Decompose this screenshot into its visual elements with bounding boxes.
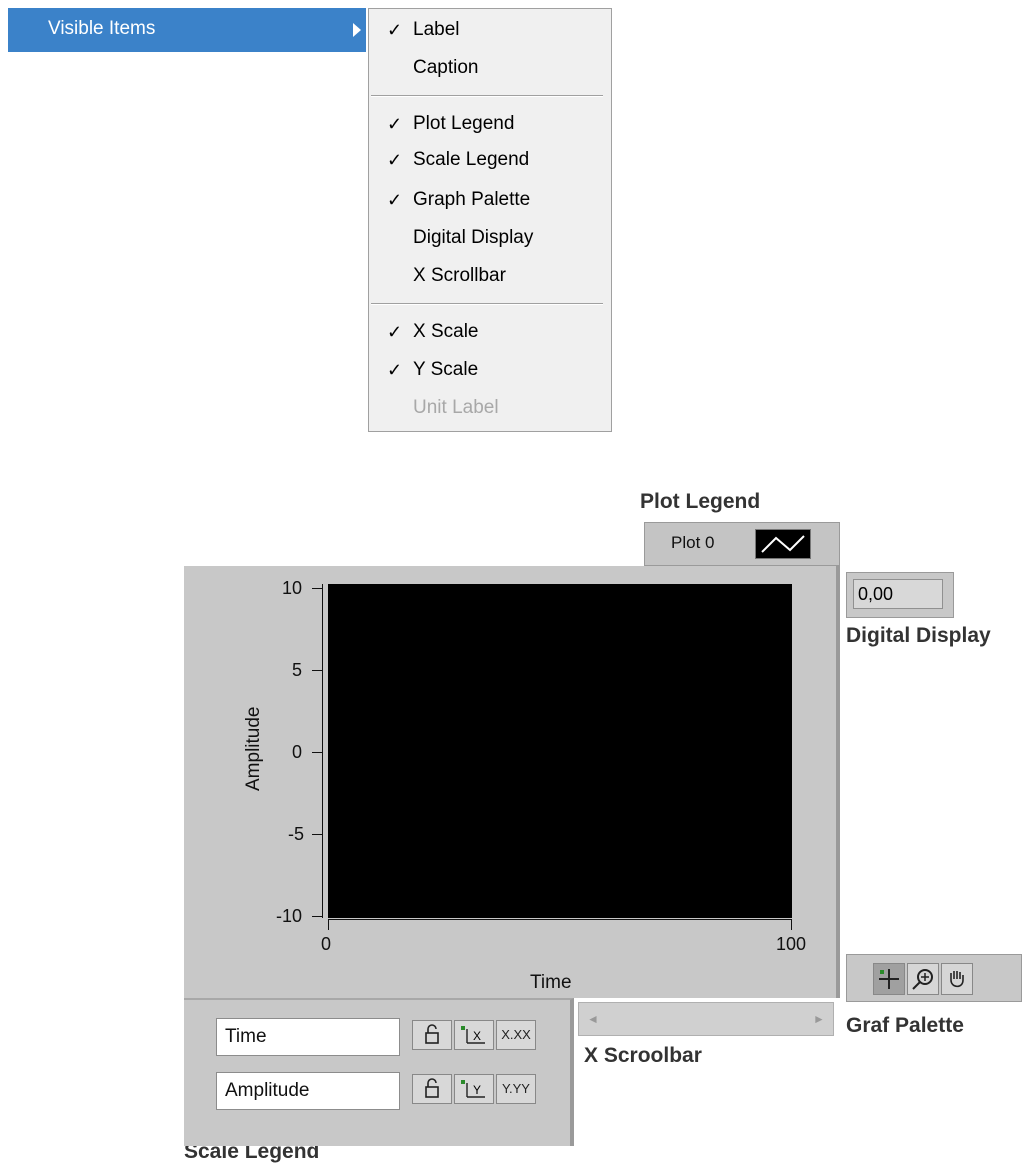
y-axis xyxy=(322,584,323,918)
x-tick xyxy=(791,920,792,930)
check-icon: ✓ xyxy=(387,114,403,134)
y-tick-label: 0 xyxy=(292,742,303,762)
y-tick xyxy=(312,588,322,589)
menu-separator xyxy=(371,303,603,305)
menu-item-digital-display[interactable]: Digital Display xyxy=(413,223,533,253)
hand-icon[interactable] xyxy=(941,963,973,995)
check-icon: ✓ xyxy=(387,322,403,342)
svg-text:Y: Y xyxy=(473,1083,481,1097)
submenu-arrow-icon xyxy=(353,23,361,37)
x-axis xyxy=(328,919,792,920)
x-scrollbar[interactable]: ◄ ► xyxy=(578,1002,834,1036)
y-tick xyxy=(312,834,322,835)
check-icon: ✓ xyxy=(387,360,403,380)
menu-item-unit-label: Unit Label xyxy=(413,397,499,418)
y-tick-label: -5 xyxy=(288,824,305,844)
x-scrollbar-caption: X Scroolbar xyxy=(584,1044,702,1067)
svg-text:X: X xyxy=(473,1029,481,1043)
plot-area[interactable] xyxy=(328,584,792,918)
plot-line-icon[interactable] xyxy=(755,529,811,559)
menu-item-visible-items-label: Visible Items xyxy=(48,18,156,39)
x-lock-icon[interactable] xyxy=(412,1020,452,1050)
x-axis-label[interactable]: Time xyxy=(530,972,572,994)
menu-item-plot-legend[interactable]: Plot Legend xyxy=(413,109,514,139)
y-tick-label: 5 xyxy=(292,660,303,680)
menu-item-label[interactable]: Label xyxy=(413,15,460,45)
graf-palette-caption: Graf Palette xyxy=(846,1014,964,1037)
menu-item-x-scale[interactable]: X Scale xyxy=(413,317,478,347)
digital-display-value[interactable]: 0,00 xyxy=(853,579,943,609)
visible-items-submenu: ✓ Label Caption ✓ Plot Legend ✓ Scale Le… xyxy=(368,8,612,432)
x-autoscale-icon[interactable]: X xyxy=(454,1020,494,1050)
x-tick-label: 0 xyxy=(321,934,332,954)
x-scale-name-field[interactable]: Time xyxy=(216,1018,400,1056)
y-tick-label: 10 xyxy=(282,578,303,598)
check-icon: ✓ xyxy=(387,150,403,170)
y-axis-label[interactable]: Amplitude xyxy=(243,707,265,792)
graph-palette xyxy=(846,954,1022,1002)
scroll-right-icon[interactable]: ► xyxy=(807,1005,831,1033)
y-autoscale-icon[interactable]: Y xyxy=(454,1074,494,1104)
plot-legend-caption: Plot Legend xyxy=(640,490,761,513)
y-tick-label: -10 xyxy=(276,906,303,926)
menu-item-y-scale[interactable]: Y Scale xyxy=(413,355,478,385)
menu-item-visible-items[interactable]: Visible Items xyxy=(8,8,366,52)
y-scale-name-field[interactable]: Amplitude xyxy=(216,1072,400,1110)
x-tick-label: 100 xyxy=(776,934,807,954)
menu-item-caption[interactable]: Caption xyxy=(413,53,479,83)
y-tick xyxy=(312,752,322,753)
scale-legend: Time Amplitude X X.XX Y Y.YY xyxy=(184,998,574,1146)
crosshair-icon[interactable] xyxy=(873,963,905,995)
plot-legend[interactable]: Plot 0 xyxy=(644,522,840,566)
y-tick xyxy=(312,916,322,917)
check-icon: ✓ xyxy=(387,190,403,210)
digital-display: 0,00 xyxy=(846,572,954,618)
x-tick xyxy=(328,920,329,930)
digital-display-caption: Digital Display xyxy=(846,624,991,647)
menu-separator xyxy=(371,95,603,97)
menu-item-x-scrollbar[interactable]: X Scrollbar xyxy=(413,261,506,291)
menu-item-graph-palette[interactable]: Graph Palette xyxy=(413,185,530,215)
plot-name: Plot 0 xyxy=(671,533,715,552)
x-format-button[interactable]: X.XX xyxy=(496,1020,536,1050)
y-tick xyxy=(312,670,322,671)
scroll-left-icon[interactable]: ◄ xyxy=(581,1005,605,1033)
zoom-icon[interactable] xyxy=(907,963,939,995)
y-lock-icon[interactable] xyxy=(412,1074,452,1104)
check-icon: ✓ xyxy=(387,20,403,40)
y-format-button[interactable]: Y.YY xyxy=(496,1074,536,1104)
menu-item-scale-legend[interactable]: Scale Legend xyxy=(413,145,529,175)
